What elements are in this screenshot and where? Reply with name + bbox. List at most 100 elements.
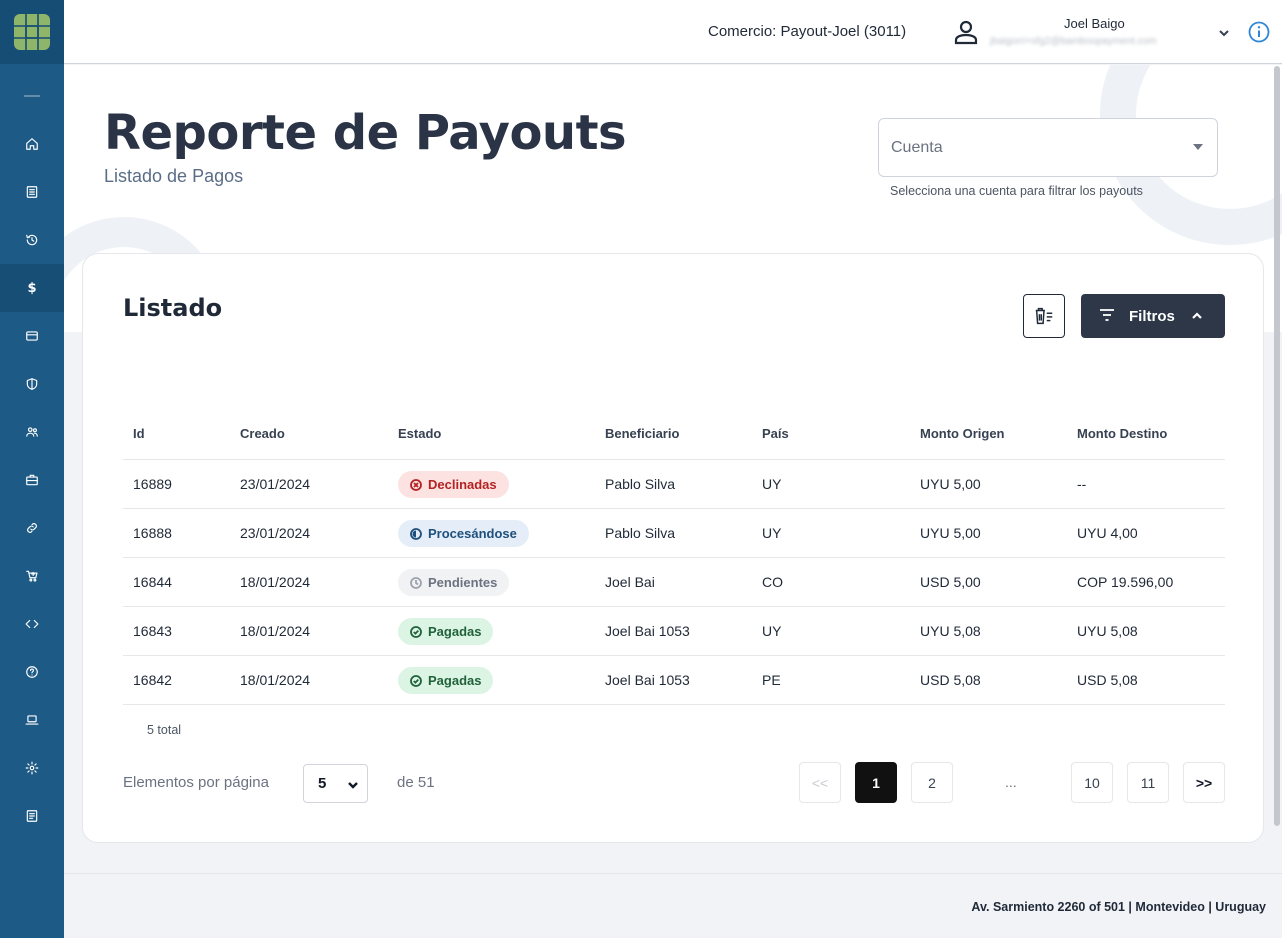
cell-amount-origin: USD 5,00: [920, 574, 981, 590]
account-help-text: Selecciona una cuenta para filtrar los p…: [890, 184, 1143, 198]
info-icon[interactable]: [1248, 21, 1270, 43]
status-badge: Declinadas: [398, 471, 509, 498]
sidebar-item-security[interactable]: [0, 360, 64, 408]
home-icon: [26, 138, 38, 150]
footer-address: Av. Sarmiento 2260 of 501 | Montevideo |…: [971, 900, 1266, 914]
cell-country: UY: [762, 623, 782, 639]
cell-amount-destination: USD 5,08: [1077, 672, 1138, 688]
sidebar-item-cart[interactable]: [0, 552, 64, 600]
cell-amount-destination: UYU 5,08: [1077, 623, 1138, 639]
column-header-amount-origin[interactable]: Monto Origen: [920, 426, 1005, 441]
pagination-page-1[interactable]: 1: [855, 762, 897, 803]
per-page-value: 5: [318, 775, 327, 792]
clock-icon: [410, 576, 422, 589]
sidebar-item-developers[interactable]: [0, 600, 64, 648]
vertical-scrollbar[interactable]: [1274, 66, 1280, 826]
sidebar-divider: [24, 95, 40, 97]
shield-icon: [26, 378, 38, 390]
card-icon: [26, 331, 38, 341]
sidebar-item-documents[interactable]: [0, 792, 64, 840]
sidebar-item-reports[interactable]: [0, 168, 64, 216]
filters-button[interactable]: Filtros: [1081, 294, 1225, 338]
per-page-select[interactable]: 5: [303, 764, 368, 803]
column-header-id[interactable]: Id: [133, 426, 145, 441]
table-row[interactable]: 16889 23/01/2024 Declinadas Pablo Silva …: [123, 460, 1225, 509]
check-circle-icon: [410, 674, 422, 687]
status-badge: Procesándose: [398, 520, 529, 547]
payouts-table: Id Creado Estado Beneficiario País Monto…: [123, 410, 1225, 705]
cell-amount-origin: UYU 5,08: [920, 623, 981, 639]
table-row[interactable]: 16888 23/01/2024 Procesándose Pablo Silv…: [123, 509, 1225, 558]
cart-icon: [26, 570, 38, 582]
user-icon[interactable]: [952, 18, 980, 46]
logo[interactable]: [0, 0, 64, 64]
sidebar-item-devices[interactable]: [0, 696, 64, 744]
table-row[interactable]: 16842 18/01/2024 Pagadas Joel Bai 1053 P…: [123, 656, 1225, 705]
column-header-beneficiary[interactable]: Beneficiario: [605, 426, 679, 441]
code-icon: [25, 619, 39, 629]
status-badge: Pagadas: [398, 618, 494, 645]
of-total-label: de 51: [397, 774, 435, 791]
per-page-label: Elementos por página: [123, 774, 269, 791]
cell-id: 16844: [133, 574, 172, 590]
report-icon: [26, 186, 38, 198]
trash-list-icon: [1035, 307, 1053, 325]
sidebar-item-payouts[interactable]: $: [0, 264, 64, 312]
link-icon: [27, 523, 37, 533]
pagination-page-10[interactable]: 10: [1071, 762, 1113, 803]
clear-filters-button[interactable]: [1023, 294, 1065, 338]
table-row[interactable]: 16843 18/01/2024 Pagadas Joel Bai 1053 U…: [123, 607, 1225, 656]
user-name[interactable]: Joel Baigo: [1064, 16, 1125, 31]
caret-down-icon: [1193, 144, 1203, 150]
table-row[interactable]: 16844 18/01/2024 Pendientes Joel Bai CO …: [123, 558, 1225, 607]
sidebar-item-settings[interactable]: [0, 744, 64, 792]
cell-created: 23/01/2024: [240, 476, 311, 492]
status-badge-label: Declinadas: [428, 477, 497, 492]
cell-amount-destination: UYU 4,00: [1077, 525, 1138, 541]
account-select[interactable]: Cuenta: [878, 118, 1218, 177]
sidebar-item-users[interactable]: [0, 408, 64, 456]
pagination-next-button[interactable]: >>: [1183, 762, 1225, 803]
chevron-down-icon[interactable]: [1218, 24, 1230, 37]
cell-beneficiary: Joel Bai 1053: [605, 623, 690, 639]
history-icon: [26, 234, 38, 246]
pagination-page-2[interactable]: 2: [911, 762, 953, 803]
cell-country: UY: [762, 476, 782, 492]
briefcase-icon: [26, 474, 38, 486]
filters-button-label: Filtros: [1129, 307, 1175, 325]
users-icon: [26, 427, 38, 437]
cell-amount-origin: UYU 5,00: [920, 476, 981, 492]
column-header-status[interactable]: Estado: [398, 426, 441, 441]
sidebar-item-business[interactable]: [0, 456, 64, 504]
sidebar-item-help[interactable]: [0, 648, 64, 696]
cell-id: 16888: [133, 525, 172, 541]
column-header-country[interactable]: País: [762, 426, 789, 441]
cell-created: 18/01/2024: [240, 672, 311, 688]
pagination-page-11[interactable]: 11: [1127, 762, 1169, 803]
sidebar-item-history[interactable]: [0, 216, 64, 264]
status-badge-label: Procesándose: [428, 526, 517, 541]
status-badge: Pendientes: [398, 569, 510, 596]
total-count: 5 total: [147, 723, 182, 737]
payouts-card: Listado Filtros Id Creado Estado Benefic…: [82, 253, 1264, 843]
sidebar-item-cards[interactable]: [0, 312, 64, 360]
document-icon: [26, 810, 38, 822]
chevron-up-icon: [1191, 307, 1203, 326]
cell-id: 16842: [133, 672, 172, 688]
column-header-amount-destination[interactable]: Monto Destino: [1077, 426, 1167, 441]
sidebar-item-home[interactable]: [0, 120, 64, 168]
gear-icon: [25, 761, 39, 775]
page-title: Reporte de Payouts: [104, 105, 627, 161]
top-header: Comercio: Payout-Joel (3011) Joel Baigo …: [64, 0, 1282, 64]
dollar-icon: $: [27, 280, 37, 296]
check-circle-icon: [410, 625, 422, 638]
status-badge-label: Pendientes: [428, 575, 498, 590]
column-header-created[interactable]: Creado: [240, 426, 285, 441]
pagination-first-button[interactable]: <<: [799, 762, 841, 803]
page-subtitle: Listado de Pagos: [104, 166, 244, 186]
cell-beneficiary: Pablo Silva: [605, 525, 676, 541]
pagination-ellipsis: ...: [1005, 774, 1017, 790]
cell-country: PE: [762, 672, 781, 688]
sidebar-item-links[interactable]: [0, 504, 64, 552]
cell-beneficiary: Pablo Silva: [605, 476, 676, 492]
